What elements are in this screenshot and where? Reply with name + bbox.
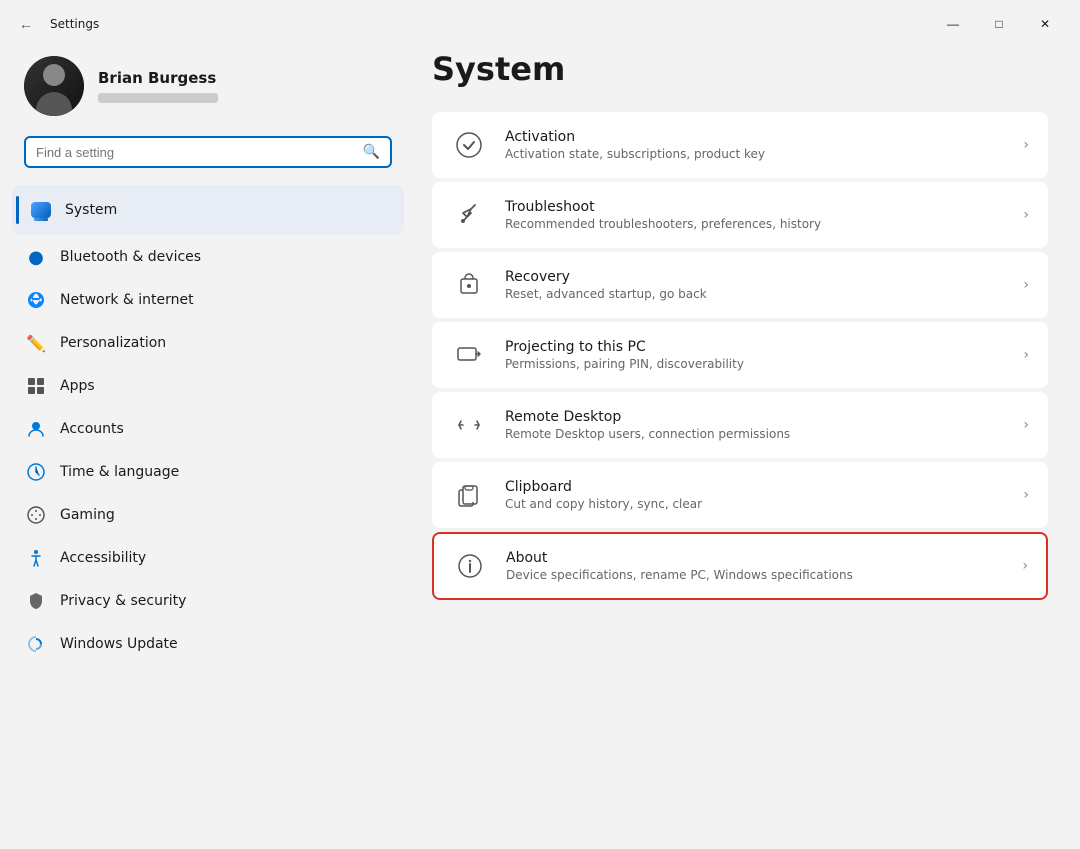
remote-desktop-chevron: › <box>1023 417 1029 433</box>
main-content: System Activation Activation state, subs… <box>412 40 1068 837</box>
about-icon <box>452 548 488 584</box>
activation-chevron: › <box>1023 137 1029 153</box>
sidebar-item-label-accounts: Accounts <box>60 421 124 437</box>
avatar-image <box>24 56 84 116</box>
sidebar-item-label-gaming: Gaming <box>60 507 115 523</box>
troubleshoot-icon <box>451 197 487 233</box>
settings-item-remote-desktop[interactable]: Remote Desktop Remote Desktop users, con… <box>432 392 1048 458</box>
sidebar-item-gaming[interactable]: Gaming <box>12 494 404 536</box>
time-icon <box>26 462 46 482</box>
sidebar-item-network[interactable]: Network & internet <box>12 279 404 321</box>
sidebar-item-time[interactable]: Time & language <box>12 451 404 493</box>
settings-item-recovery[interactable]: Recovery Reset, advanced startup, go bac… <box>432 252 1048 318</box>
close-button[interactable]: ✕ <box>1022 8 1068 40</box>
apps-icon <box>26 376 46 396</box>
sidebar-item-label-apps: Apps <box>60 378 95 394</box>
active-indicator <box>16 196 19 224</box>
update-icon <box>26 634 46 654</box>
about-chevron: › <box>1022 558 1028 574</box>
projecting-desc: Permissions, pairing PIN, discoverabilit… <box>505 357 1005 371</box>
recovery-text: Recovery Reset, advanced startup, go bac… <box>505 269 1005 301</box>
avatar <box>24 56 84 116</box>
troubleshoot-text: Troubleshoot Recommended troubleshooters… <box>505 199 1005 231</box>
sidebar-item-label-network: Network & internet <box>60 292 194 308</box>
search-box[interactable]: 🔍 <box>24 136 392 168</box>
recovery-desc: Reset, advanced startup, go back <box>505 287 1005 301</box>
sidebar-item-label-privacy: Privacy & security <box>60 593 186 609</box>
settings-list: Activation Activation state, subscriptio… <box>432 112 1048 600</box>
network-icon <box>26 290 46 310</box>
sidebar-item-bluetooth[interactable]: ● Bluetooth & devices <box>12 236 404 278</box>
clipboard-chevron: › <box>1023 487 1029 503</box>
recovery-icon <box>451 267 487 303</box>
activation-icon <box>451 127 487 163</box>
activation-text: Activation Activation state, subscriptio… <box>505 129 1005 161</box>
gaming-icon <box>26 505 46 525</box>
sidebar-item-label-update: Windows Update <box>60 636 178 652</box>
system-icon <box>31 200 51 220</box>
maximize-button[interactable]: □ <box>976 8 1022 40</box>
sidebar: Brian Burgess 🔍 System ● Bluetooth & dev… <box>12 40 412 837</box>
sidebar-item-apps[interactable]: Apps <box>12 365 404 407</box>
sidebar-item-personalization[interactable]: ✏️ Personalization <box>12 322 404 364</box>
page-title: System <box>432 50 1048 88</box>
settings-item-about[interactable]: About Device specifications, rename PC, … <box>432 532 1048 600</box>
app-title: Settings <box>50 17 99 31</box>
back-button[interactable]: ← <box>12 10 40 38</box>
sidebar-item-system[interactable]: System <box>12 185 404 235</box>
remote-desktop-desc: Remote Desktop users, connection permiss… <box>505 427 1005 441</box>
user-name: Brian Burgess <box>98 69 218 87</box>
activation-title: Activation <box>505 129 1005 145</box>
sidebar-item-label-system: System <box>65 202 117 218</box>
sidebar-item-update[interactable]: Windows Update <box>12 623 404 665</box>
activation-desc: Activation state, subscriptions, product… <box>505 147 1005 161</box>
remote-desktop-text: Remote Desktop Remote Desktop users, con… <box>505 409 1005 441</box>
projecting-icon <box>451 337 487 373</box>
nav-list: System ● Bluetooth & devices Network & i… <box>12 184 404 666</box>
user-detail-bar <box>98 93 218 103</box>
user-info: Brian Burgess <box>98 69 218 103</box>
bluetooth-icon: ● <box>26 247 46 267</box>
sidebar-item-privacy[interactable]: Privacy & security <box>12 580 404 622</box>
troubleshoot-title: Troubleshoot <box>505 199 1005 215</box>
recovery-title: Recovery <box>505 269 1005 285</box>
settings-item-troubleshoot[interactable]: Troubleshoot Recommended troubleshooters… <box>432 182 1048 248</box>
troubleshoot-chevron: › <box>1023 207 1029 223</box>
accounts-icon <box>26 419 46 439</box>
remote-desktop-title: Remote Desktop <box>505 409 1005 425</box>
search-input[interactable] <box>36 145 355 160</box>
accessibility-icon <box>26 548 46 568</box>
about-title: About <box>506 550 1004 566</box>
clipboard-text: Clipboard Cut and copy history, sync, cl… <box>505 479 1005 511</box>
personalization-icon: ✏️ <box>26 333 46 353</box>
sidebar-item-label-personalization: Personalization <box>60 335 166 351</box>
settings-item-clipboard[interactable]: Clipboard Cut and copy history, sync, cl… <box>432 462 1048 528</box>
settings-item-activation[interactable]: Activation Activation state, subscriptio… <box>432 112 1048 178</box>
search-icon: 🔍 <box>363 144 380 160</box>
title-bar: ← Settings — □ ✕ <box>0 0 1080 40</box>
about-text: About Device specifications, rename PC, … <box>506 550 1004 582</box>
clipboard-desc: Cut and copy history, sync, clear <box>505 497 1005 511</box>
app-container: Brian Burgess 🔍 System ● Bluetooth & dev… <box>0 40 1080 849</box>
clipboard-title: Clipboard <box>505 479 1005 495</box>
title-bar-left: ← Settings <box>12 10 99 38</box>
privacy-icon <box>26 591 46 611</box>
projecting-title: Projecting to this PC <box>505 339 1005 355</box>
sidebar-item-label-bluetooth: Bluetooth & devices <box>60 249 201 265</box>
remote-desktop-icon <box>451 407 487 443</box>
settings-item-projecting[interactable]: Projecting to this PC Permissions, pairi… <box>432 322 1048 388</box>
user-profile: Brian Burgess <box>12 40 404 136</box>
recovery-chevron: › <box>1023 277 1029 293</box>
sidebar-item-label-time: Time & language <box>60 464 179 480</box>
sidebar-item-accounts[interactable]: Accounts <box>12 408 404 450</box>
minimize-button[interactable]: — <box>930 8 976 40</box>
window-controls: — □ ✕ <box>930 8 1068 40</box>
troubleshoot-desc: Recommended troubleshooters, preferences… <box>505 217 1005 231</box>
clipboard-icon <box>451 477 487 513</box>
sidebar-item-label-accessibility: Accessibility <box>60 550 146 566</box>
projecting-text: Projecting to this PC Permissions, pairi… <box>505 339 1005 371</box>
sidebar-item-accessibility[interactable]: Accessibility <box>12 537 404 579</box>
about-desc: Device specifications, rename PC, Window… <box>506 568 1004 582</box>
projecting-chevron: › <box>1023 347 1029 363</box>
